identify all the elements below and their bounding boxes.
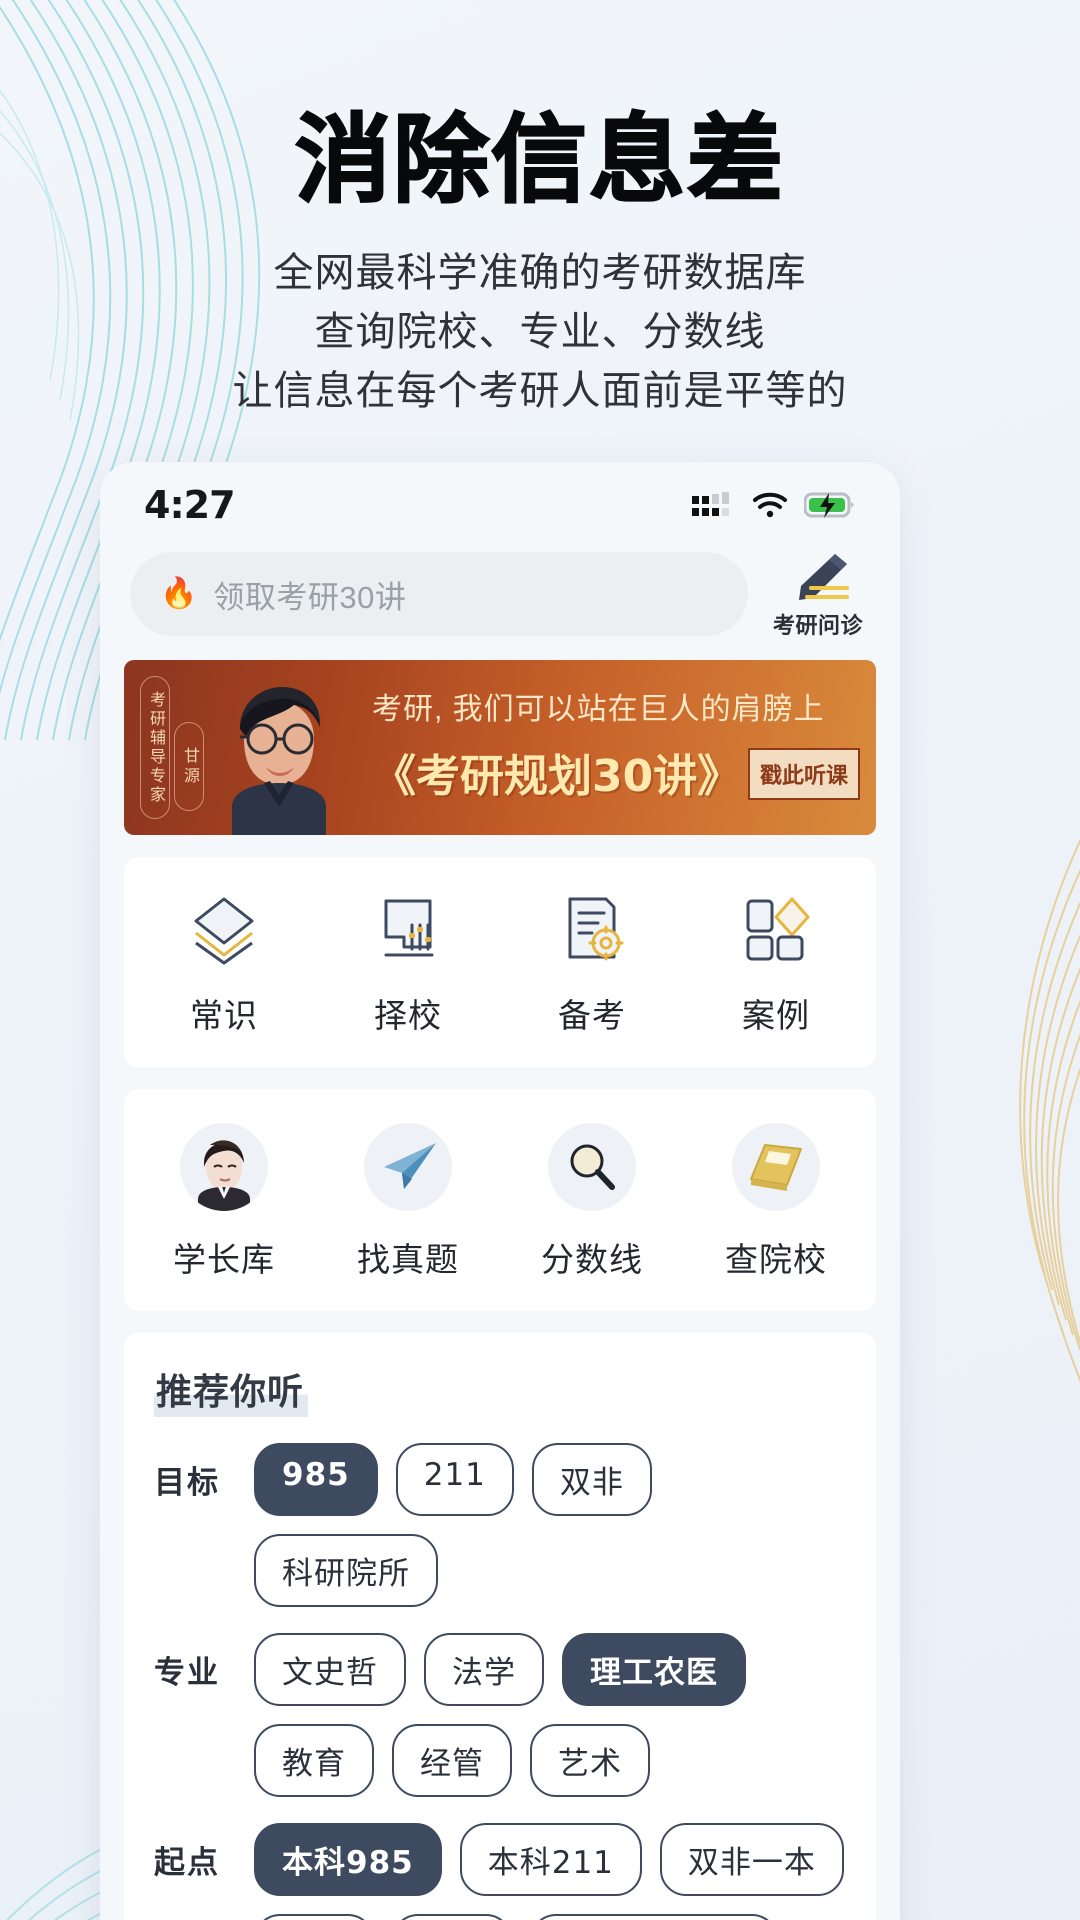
filter-chip[interactable]: 经管 [392,1724,512,1797]
filter-chip[interactable]: 法学 [424,1633,544,1706]
hero-subtitle-line-3: 让信息在每个考研人面前是平等的 [232,368,848,413]
hero-subtitle: 全网最科学准确的考研数据库 查询院校、专业、分数线 让信息在每个考研人面前是平等… [0,244,1080,422]
grid-item-anli[interactable]: 案例 [684,891,868,1037]
signal-icon [692,492,729,516]
filter-chip[interactable]: 985 [254,1443,378,1516]
hero-subtitle-line-2: 查询院校、专业、分数线 [314,309,766,354]
document-gear-icon [568,897,624,961]
teacher-photo [232,687,326,835]
banner-line-2: 《考研规划30讲》 [372,751,742,802]
hero-subtitle-line-1: 全网最科学准确的考研数据库 [273,250,807,295]
feature-grid-top: 常识 择校 备考 案例 [124,857,876,1067]
filter-row-label: 起点 [154,1845,220,1880]
grid-item-changshi[interactable]: 常识 [132,891,316,1037]
book-circle [732,1123,820,1211]
magnifier-icon [570,1144,615,1190]
school-filter-icon [384,899,434,957]
banner-text: 考研, 我们可以站在巨人的肩膀上 《考研规划30讲》 戳此听课 [372,684,860,804]
search-placeholder: 领取考研30讲 [213,579,407,615]
filter-chips-target: 985 211 双非 科研院所 [254,1443,846,1607]
status-time: 4:27 [144,483,236,527]
filter-row-major: 专业 文史哲 法学 理工农医 教育 经管 艺术 [154,1633,846,1797]
search-input[interactable]: 🔥 领取考研30讲 [130,552,748,636]
banner-badge-name: 甘源 [174,722,204,811]
grid-item-xuezhangku[interactable]: 学长库 [132,1123,316,1281]
filter-chip[interactable]: 三本 [392,1914,512,1920]
filter-chip[interactable]: 二本 [254,1914,374,1920]
pencil-icon [799,554,849,600]
filter-row-origin: 起点 本科985 本科211 双非一本 二本 三本 全日制专升本 [154,1823,846,1920]
filter-chip[interactable]: 双非 [531,1443,652,1516]
grid-item-fenshuxian[interactable]: 分数线 [500,1123,684,1281]
grid-item-chayuanxiao[interactable]: 查院校 [684,1123,868,1281]
recommend-title: 推荐你听 [154,1363,309,1417]
filter-chip[interactable]: 文史哲 [254,1633,406,1706]
filter-chip[interactable]: 理工农医 [562,1633,746,1706]
layers-icon [194,897,254,965]
grid-item-label: 查院校 [725,1241,827,1278]
status-bar: 4:27 [100,462,900,534]
grid-item-label: 找真题 [357,1241,459,1278]
banner-cta-button[interactable]: 戳此听课 [747,748,860,800]
feature-grid-bottom: 学长库 找真题 分数线 查院校 [124,1089,876,1311]
ask-consult-label: 考研问诊 [772,613,863,638]
grid-item-zhaozhenti[interactable]: 找真题 [316,1123,500,1281]
filter-chip[interactable]: 211 [395,1443,514,1516]
filter-chip[interactable]: 双非一本 [659,1823,844,1896]
avatar-circle [180,1123,268,1211]
grid-item-label: 学长库 [173,1241,275,1278]
filter-row-target: 目标 985 211 双非 科研院所 [154,1443,846,1607]
page-title: 消除信息差 [294,104,785,216]
phone-mockup: 4:27 🔥 领取考研30讲 考研问诊 考研辅导专家 甘源 考研, 我们可以站在… [100,462,900,1920]
grid-item-label: 备考 [558,997,626,1034]
grid-item-label: 常识 [190,997,258,1034]
magnifier-circle [548,1123,636,1211]
filter-chip[interactable]: 教育 [254,1724,374,1797]
banner-badges: 考研辅导专家 甘源 [140,676,204,819]
banner-line-1: 考研, 我们可以站在巨人的肩膀上 [372,693,825,726]
book-icon [750,1144,802,1191]
hero-section: 消除信息差 全网最科学准确的考研数据库 查询院校、专业、分数线 让信息在每个考研… [0,0,1080,421]
avatar-icon [198,1140,250,1211]
paper-plane-icon [384,1143,436,1189]
filter-chip[interactable]: 艺术 [530,1724,650,1797]
filter-row-label: 目标 [154,1465,220,1500]
battery-charging-icon [804,492,854,518]
grid-item-zexiao[interactable]: 择校 [316,891,500,1037]
filter-chip[interactable]: 全日制专升本 [530,1914,778,1920]
grid-item-beikao[interactable]: 备考 [500,891,684,1037]
filter-chips-major: 文史哲 法学 理工农医 教育 经管 艺术 [254,1633,846,1797]
filter-chip[interactable]: 科研院所 [254,1534,438,1607]
search-row: 🔥 领取考研30讲 考研问诊 [100,534,900,640]
filter-row-label: 专业 [154,1655,220,1690]
grid-item-label: 分数线 [541,1241,643,1278]
promo-banner[interactable]: 考研辅导专家 甘源 考研, 我们可以站在巨人的肩膀上 《考研规划30讲》 戳此听… [124,660,876,835]
ask-consult-button[interactable]: 考研问诊 [762,548,874,640]
grid-item-label: 择校 [374,997,442,1034]
grid-item-label: 案例 [742,997,810,1034]
status-icons [692,490,856,520]
filter-chips-origin: 本科985 本科211 双非一本 二本 三本 全日制专升本 [254,1823,846,1920]
paper-plane-circle [364,1123,452,1211]
filter-chip[interactable]: 本科985 [254,1823,442,1896]
filter-chip[interactable]: 本科211 [459,1823,642,1896]
recommend-section: 推荐你听 目标 985 211 双非 科研院所 专业 文史哲 法学 理工农医 教… [124,1333,876,1920]
banner-badge-expert: 考研辅导专家 [140,676,170,819]
fire-icon: 🔥 [160,577,198,610]
blocks-diamond-icon [746,897,810,961]
wifi-icon [753,492,787,518]
